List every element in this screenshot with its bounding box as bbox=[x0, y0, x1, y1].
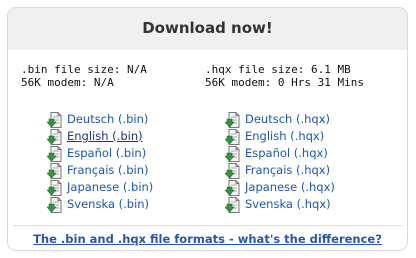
download-file-icon[interactable] bbox=[46, 163, 62, 179]
bin-modem-time: 56K modem: N/A bbox=[21, 76, 114, 89]
download-file-icon[interactable] bbox=[224, 146, 240, 162]
download-file-icon[interactable] bbox=[46, 129, 62, 145]
download-file-icon[interactable] bbox=[224, 197, 240, 213]
download-file-icon[interactable] bbox=[224, 129, 240, 145]
bin-file-size: .bin file size: N/A bbox=[21, 63, 147, 76]
hqx-info: .hqx file size: 6.1 MB 56K modem: 0 Hrs … bbox=[205, 63, 364, 89]
hqx-download-link[interactable]: Deutsch (.hqx) bbox=[245, 111, 330, 127]
bin-info: .bin file size: N/A 56K modem: N/A bbox=[21, 63, 147, 89]
hqx-modem-time: 56K modem: 0 Hrs 31 Mins bbox=[205, 76, 364, 89]
hqx-download-link[interactable]: Svenska (.hqx) bbox=[245, 196, 331, 212]
divider bbox=[13, 225, 402, 226]
panel-title: Download now! bbox=[142, 19, 273, 37]
bin-download-link[interactable]: English (.bin) bbox=[67, 128, 143, 144]
hqx-file-size: .hqx file size: 6.1 MB bbox=[205, 63, 351, 76]
download-file-icon[interactable] bbox=[46, 197, 62, 213]
bin-download-link[interactable]: Japanese (.bin) bbox=[67, 179, 153, 195]
hqx-download-link[interactable]: Japanese (.hqx) bbox=[245, 179, 335, 195]
bin-download-link[interactable]: Svenska (.bin) bbox=[67, 196, 149, 212]
hqx-download-link[interactable]: Español (.hqx) bbox=[245, 145, 328, 161]
download-file-icon[interactable] bbox=[224, 180, 240, 196]
hqx-download-link[interactable]: English (.hqx) bbox=[245, 128, 324, 144]
download-file-icon[interactable] bbox=[46, 180, 62, 196]
download-file-icon[interactable] bbox=[46, 146, 62, 162]
download-panel: Download now! .bin file size: N/A 56K mo… bbox=[7, 7, 408, 251]
file-formats-link[interactable]: The .bin and .hqx file formats - what's … bbox=[8, 232, 407, 246]
hqx-download-link[interactable]: Français (.hqx) bbox=[245, 162, 330, 178]
bin-download-link[interactable]: Français (.bin) bbox=[67, 162, 148, 178]
bin-download-link[interactable]: Deutsch (.bin) bbox=[67, 111, 148, 127]
bin-download-link[interactable]: Español (.bin) bbox=[67, 145, 146, 161]
download-file-icon[interactable] bbox=[224, 112, 240, 128]
download-file-icon[interactable] bbox=[46, 112, 62, 128]
download-file-icon[interactable] bbox=[224, 163, 240, 179]
panel-header: Download now! bbox=[8, 8, 407, 50]
